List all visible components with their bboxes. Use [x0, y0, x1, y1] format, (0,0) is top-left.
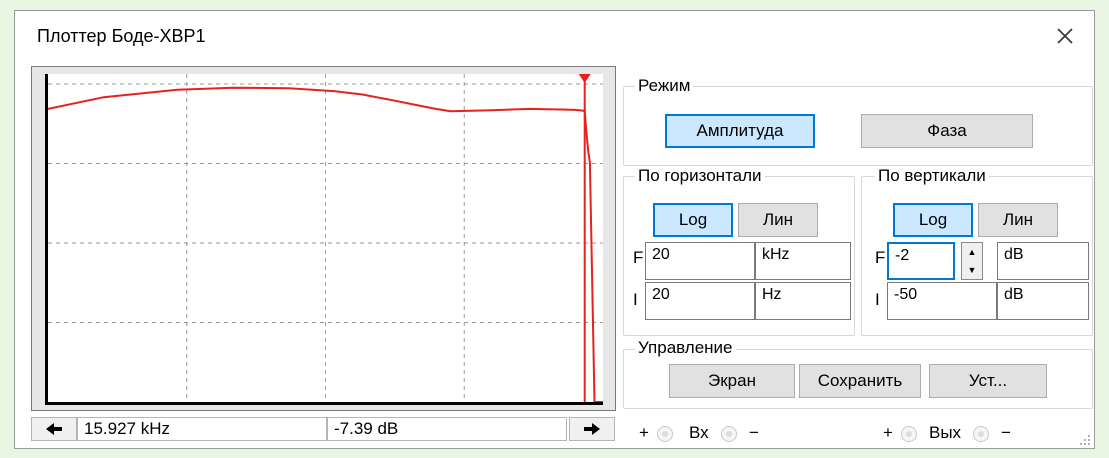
vertical-final-input[interactable]: -2: [887, 242, 955, 280]
out-plus-label: +: [883, 423, 893, 442]
cursor-frequency-readout: 15.927 kHz: [77, 417, 327, 441]
in-minus-terminal[interactable]: [721, 426, 737, 442]
vertical-initial-label: I: [875, 290, 880, 309]
plot-frame: [31, 66, 616, 411]
vertical-lin-button[interactable]: Лин: [978, 203, 1058, 237]
horizontal-initial-input[interactable]: 20: [645, 282, 755, 320]
close-icon[interactable]: [1048, 19, 1082, 53]
in-label: Вх: [689, 423, 709, 442]
control-label: Управление: [635, 338, 736, 358]
out-plus-terminal[interactable]: [901, 426, 917, 442]
horizontal-log-button[interactable]: Log: [653, 203, 733, 237]
status-bar: 15.927 kHz -7.39 dB: [31, 414, 616, 444]
screen-button[interactable]: Экран: [669, 364, 795, 398]
amplitude-button[interactable]: Амплитуда: [665, 114, 815, 148]
bode-plot-svg: [48, 74, 603, 402]
in-minus-label: −: [749, 423, 759, 442]
bode-plot[interactable]: [45, 74, 603, 405]
cursor-left-button[interactable]: [31, 417, 77, 441]
horizontal-final-label: F: [633, 248, 644, 267]
resize-grip-icon[interactable]: [1077, 431, 1091, 445]
cursor-marker: [578, 74, 591, 83]
vertical-log-button[interactable]: Log: [893, 203, 973, 237]
bode-plotter-window: Плоттер Боде-XBP1 15.927 kHz -7.39 dB Ре…: [14, 10, 1095, 449]
horizontal-initial-label: I: [633, 290, 638, 309]
in-plus-label: +: [639, 423, 649, 442]
horizontal-lin-button[interactable]: Лин: [738, 203, 818, 237]
spin-up-icon[interactable]: ▲: [962, 243, 982, 261]
vertical-label: По вертикали: [875, 166, 989, 186]
window-title: Плоттер Боде-XBP1: [37, 26, 206, 46]
mode-label: Режим: [635, 76, 694, 96]
vertical-initial-input[interactable]: -50: [887, 282, 997, 320]
out-minus-label: −: [1001, 423, 1011, 442]
horizontal-label: По горизонтали: [635, 166, 765, 186]
horizontal-initial-unit[interactable]: Hz: [755, 282, 851, 320]
settings-panel: Режим Амплитуда Фаза По горизонтали Log …: [623, 66, 1093, 446]
out-minus-terminal[interactable]: [973, 426, 989, 442]
horizontal-final-unit[interactable]: kHz: [755, 242, 851, 280]
phase-button[interactable]: Фаза: [861, 114, 1033, 148]
vertical-initial-unit[interactable]: dB: [997, 282, 1089, 320]
title-bar[interactable]: Плоттер Боде-XBP1: [15, 11, 1094, 63]
cursor-right-button[interactable]: [569, 417, 615, 441]
in-plus-terminal[interactable]: [657, 426, 673, 442]
horizontal-final-input[interactable]: 20: [645, 242, 755, 280]
cursor-value-readout: -7.39 dB: [327, 417, 567, 441]
vertical-final-label: F: [875, 248, 886, 267]
vertical-final-unit[interactable]: dB: [997, 242, 1089, 280]
arrow-right-icon: [570, 423, 614, 444]
save-button[interactable]: Сохранить: [799, 364, 921, 398]
settings-button[interactable]: Уст...: [929, 364, 1047, 398]
out-label: Вых: [929, 423, 962, 442]
spin-down-icon[interactable]: ▼: [962, 261, 982, 279]
vertical-final-spinner[interactable]: ▲ ▼: [961, 242, 983, 280]
arrow-left-icon: [32, 423, 76, 444]
